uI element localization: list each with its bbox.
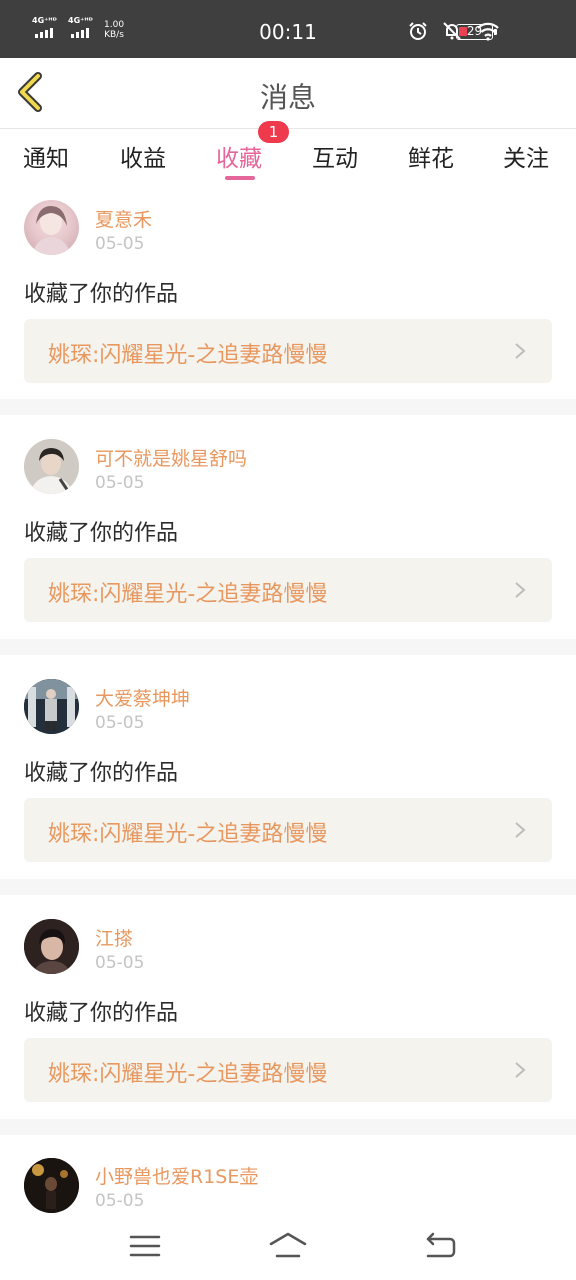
chevron-right-icon <box>515 343 526 359</box>
avatar[interactable] <box>24 200 79 255</box>
message-card: 可不就是姚星舒吗 05-05 收藏了你的作品 姚琛:闪耀星光-之追妻路慢慢 <box>0 415 576 639</box>
work-title: 姚琛:闪耀星光-之追妻路慢慢 <box>48 582 328 607</box>
avatar[interactable] <box>24 439 79 494</box>
status-bar: 4G⁺ᴴᴰ 4G⁺ᴴᴰ 1.00 KB/s 00:11 29 <box>0 0 576 58</box>
username[interactable]: 江搽 <box>95 924 133 951</box>
work-title: 姚琛:闪耀星光-之追妻路慢慢 <box>48 1062 328 1087</box>
tab-favorites[interactable]: 收藏 <box>216 139 262 173</box>
divider <box>0 879 576 895</box>
message-card: 小野兽也爱R1SE壶 05-05 <box>0 1135 576 1215</box>
work-link[interactable]: 姚琛:闪耀星光-之追妻路慢慢 <box>24 319 552 383</box>
message-action: 收藏了你的作品 <box>24 521 179 546</box>
avatar[interactable] <box>24 1158 79 1213</box>
divider <box>0 639 576 655</box>
tab-bar: 通知 收益 收藏 互动 鲜花 关注 <box>0 129 576 184</box>
battery-icon: 29 <box>456 24 493 40</box>
unread-badge: 1 <box>258 121 289 143</box>
tab-notify[interactable]: 通知 <box>23 139 69 173</box>
message-date: 05-05 <box>95 953 145 973</box>
tab-follow[interactable]: 关注 <box>503 139 549 173</box>
username[interactable]: 小野兽也爱R1SE壶 <box>95 1162 258 1189</box>
work-link[interactable]: 姚琛:闪耀星光-之追妻路慢慢 <box>24 798 552 862</box>
chevron-right-icon <box>515 1062 526 1078</box>
page-title: 消息 <box>259 81 316 114</box>
work-link[interactable]: 姚琛:闪耀星光-之追妻路慢慢 <box>24 1038 552 1102</box>
divider <box>0 399 576 415</box>
message-date: 05-05 <box>95 1191 145 1211</box>
work-link[interactable]: 姚琛:闪耀星光-之追妻路慢慢 <box>24 558 552 622</box>
tab-interaction[interactable]: 互动 <box>312 139 358 173</box>
home-icon[interactable] <box>268 1229 308 1263</box>
username[interactable]: 夏意禾 <box>95 205 152 232</box>
message-date: 05-05 <box>95 234 145 254</box>
work-title: 姚琛:闪耀星光-之追妻路慢慢 <box>48 343 328 368</box>
avatar[interactable] <box>24 679 79 734</box>
alarm-icon <box>409 22 427 40</box>
menu-icon[interactable] <box>125 1229 165 1263</box>
username[interactable]: 大爱蔡坤坤 <box>95 684 190 711</box>
username[interactable]: 可不就是姚星舒吗 <box>95 444 247 471</box>
battery-level: 29 <box>466 24 483 38</box>
avatar[interactable] <box>24 919 79 974</box>
message-card: 江搽 05-05 收藏了你的作品 姚琛:闪耀星光-之追妻路慢慢 <box>0 895 576 1119</box>
top-app-bar: 消息 <box>0 58 576 129</box>
system-nav-bar <box>0 1215 576 1280</box>
message-action: 收藏了你的作品 <box>24 761 179 786</box>
return-icon[interactable] <box>420 1229 460 1263</box>
work-title: 姚琛:闪耀星光-之追妻路慢慢 <box>48 822 328 847</box>
divider <box>0 1119 576 1135</box>
message-card: 夏意禾 05-05 收藏了你的作品 姚琛:闪耀星光-之追妻路慢慢 <box>0 184 576 399</box>
active-tab-indicator <box>225 176 255 180</box>
message-action: 收藏了你的作品 <box>24 1001 179 1026</box>
message-card: 大爱蔡坤坤 05-05 收藏了你的作品 姚琛:闪耀星光-之追妻路慢慢 <box>0 655 576 879</box>
tab-flowers[interactable]: 鲜花 <box>408 139 454 173</box>
message-action: 收藏了你的作品 <box>24 282 179 307</box>
chevron-right-icon <box>515 822 526 838</box>
tab-earnings[interactable]: 收益 <box>120 139 166 173</box>
chevron-right-icon <box>515 582 526 598</box>
message-date: 05-05 <box>95 713 145 733</box>
message-date: 05-05 <box>95 473 145 493</box>
